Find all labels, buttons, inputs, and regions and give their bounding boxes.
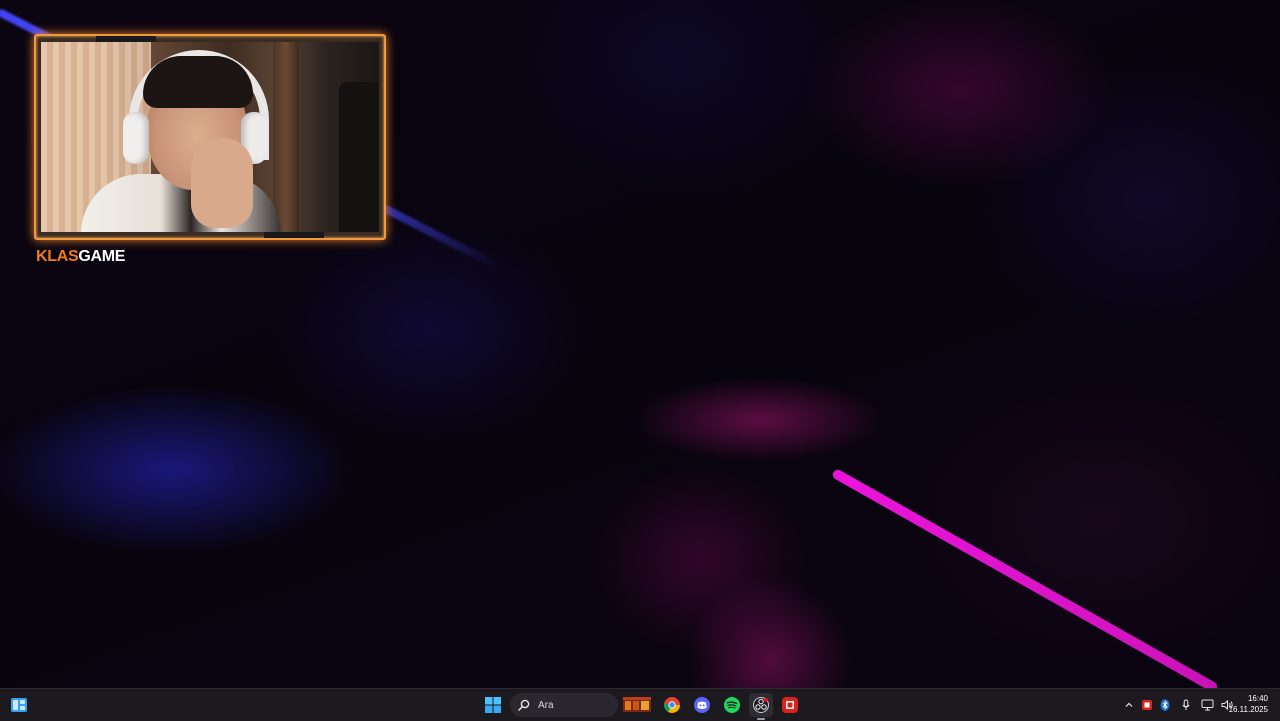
widgets-icon — [11, 698, 27, 712]
bluetooth-icon — [1160, 699, 1170, 711]
taskbar-app-chrome[interactable] — [660, 693, 684, 717]
network-icon — [1201, 699, 1213, 711]
windows-logo-icon — [485, 697, 501, 713]
headphone-left-earcup — [123, 112, 149, 164]
search-placeholder: Ara — [538, 699, 554, 711]
clock-date: 16.11.2025 — [1228, 705, 1268, 714]
taskbar: Ara 16:40 16.11.2025 — [0, 688, 1280, 721]
tray-network[interactable] — [1199, 697, 1215, 713]
streamer-hand — [191, 138, 253, 228]
taskbar-clock[interactable]: 16:40 16.11.2025 — [1229, 693, 1268, 715]
webcam-background-pillar — [273, 42, 299, 232]
discord-icon — [694, 697, 710, 713]
chevron-up-icon — [1125, 702, 1133, 707]
start-button[interactable] — [482, 693, 504, 717]
streamer-hair — [143, 56, 253, 108]
taskbar-app-spotify[interactable] — [720, 693, 744, 717]
webcam-background-chair — [339, 82, 379, 232]
spotify-icon — [724, 697, 740, 713]
magenta-light-streak — [831, 468, 1219, 688]
taskbar-search-box[interactable]: Ara — [510, 693, 618, 717]
taskbar-app-discord[interactable] — [690, 693, 714, 717]
red-app-tray-icon — [1142, 700, 1152, 710]
brand-part-game: GAME — [78, 248, 126, 265]
taskbar-app-red[interactable] — [778, 693, 802, 717]
tray-red-app[interactable] — [1139, 697, 1155, 713]
obs-icon — [753, 697, 769, 713]
webcam-overlay — [34, 34, 386, 240]
frame-notch-bottom — [264, 232, 324, 238]
red-app-icon — [782, 697, 798, 713]
webcam-feed — [41, 42, 379, 232]
chrome-icon — [664, 697, 680, 713]
taskbar-app-game[interactable] — [622, 693, 652, 717]
taskbar-app-obs[interactable] — [749, 693, 773, 720]
system-tray — [1120, 689, 1236, 721]
clock-time: 16:40 — [1247, 694, 1268, 703]
show-hidden-icons-button[interactable] — [1121, 697, 1137, 713]
widgets-button[interactable] — [8, 693, 30, 717]
brand-watermark: KLASGAME — [36, 248, 125, 266]
tray-microphone[interactable] — [1178, 697, 1194, 713]
game-tile-icon — [623, 697, 651, 712]
microphone-icon — [1182, 699, 1190, 710]
brand-part-klas: KLAS — [36, 248, 79, 265]
search-icon — [518, 699, 530, 711]
tray-bluetooth[interactable] — [1157, 697, 1173, 713]
frame-notch-top — [96, 36, 156, 42]
